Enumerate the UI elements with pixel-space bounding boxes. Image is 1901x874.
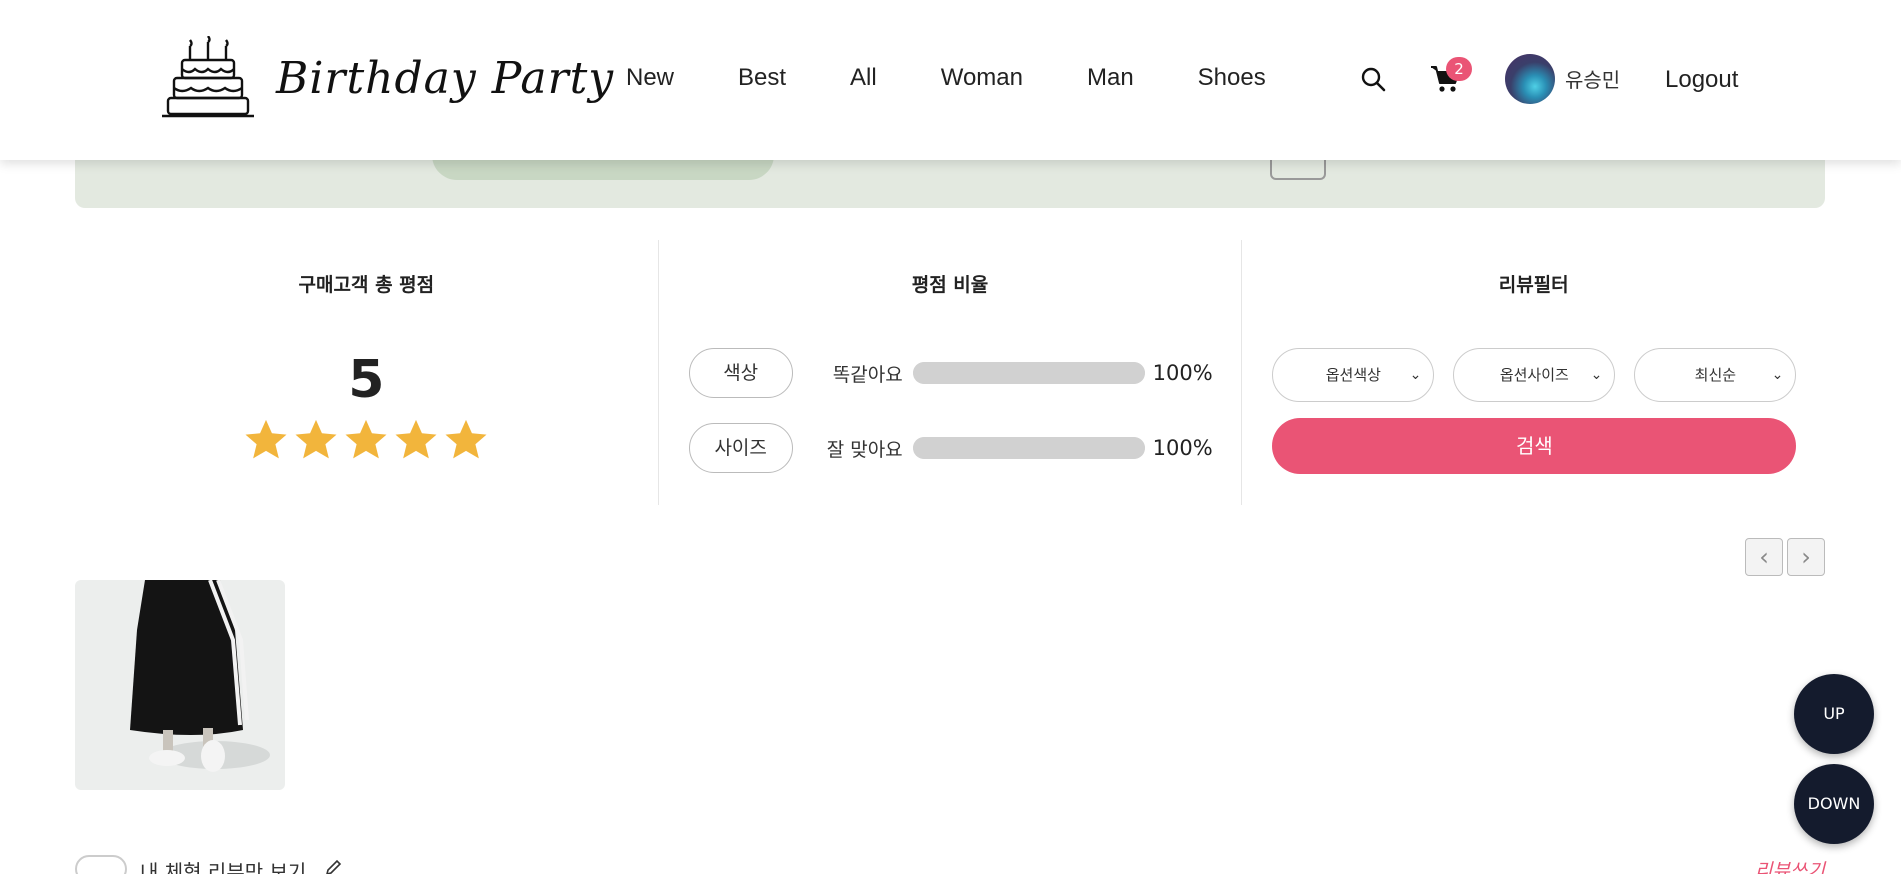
star-icon	[445, 419, 487, 459]
select-value: 최신순	[1694, 366, 1737, 384]
ratio-bar-fill	[912, 437, 1145, 459]
review-summary: 구매고객 총 평점 5 평점 비율 색상 똑같아요 100% 사이즈 잘 맞아요…	[75, 240, 1825, 505]
ratio-bar	[912, 437, 1145, 459]
star-icon	[245, 419, 287, 459]
skirt-photo-illustration	[130, 580, 270, 772]
ratio-percent: 100%	[1152, 361, 1213, 385]
site-header: Birthday Party New Best All Woman Man Sh…	[0, 0, 1901, 160]
ratio-percent: 100%	[1152, 436, 1213, 460]
filter-search-button[interactable]: 검색	[1272, 418, 1797, 474]
filter-selects: 옵션색상 ⌄ 옵션사이즈 ⌄ 최신순 ⌄	[1272, 348, 1815, 402]
star-rating	[75, 417, 658, 463]
total-rating-title: 구매고객 총 평점	[298, 274, 435, 296]
nav-woman[interactable]: Woman	[941, 64, 1023, 92]
ratio-bar	[912, 362, 1145, 384]
pencil-icon[interactable]	[325, 858, 343, 874]
username[interactable]: 유승민	[1565, 64, 1620, 93]
ratio-row-color: 색상 똑같아요 100%	[688, 348, 1213, 398]
nav-best[interactable]: Best	[738, 64, 786, 92]
star-icon	[395, 419, 437, 459]
review-filter-column: 리뷰필터 옵션색상 ⌄ 옵션사이즈 ⌄ 최신순 ⌄ 검색	[1241, 240, 1825, 505]
size-option-select[interactable]: 옵션사이즈 ⌄	[1453, 348, 1616, 402]
ratio-row-size: 사이즈 잘 맞아요 100%	[688, 423, 1213, 473]
chevron-down-icon: ⌄	[1409, 367, 1422, 383]
ratio-label: 잘 맞아요	[826, 438, 903, 461]
review-filter-title: 리뷰필터	[1498, 274, 1569, 296]
logout-link[interactable]: Logout	[1665, 66, 1738, 94]
nav-all[interactable]: All	[850, 64, 877, 92]
site-logo[interactable]: Birthday Party	[160, 36, 614, 120]
scroll-up-button[interactable]: UP	[1794, 674, 1874, 754]
rating-ratio-title: 평점 비율	[911, 274, 989, 296]
rating-ratio-column: 평점 비율 색상 똑같아요 100% 사이즈 잘 맞아요 100%	[657, 240, 1242, 505]
next-page-button[interactable]: ›	[1787, 538, 1825, 576]
chevron-down-icon: ⌄	[1771, 367, 1784, 383]
search-icon[interactable]	[1360, 66, 1386, 92]
write-review-link[interactable]: 리뷰쓰기	[1755, 856, 1825, 874]
chevron-down-icon: ⌄	[1590, 367, 1603, 383]
cart-count-badge: 2	[1446, 57, 1472, 81]
nav-man[interactable]: Man	[1087, 64, 1134, 92]
review-photo[interactable]	[75, 580, 285, 790]
sort-select[interactable]: 최신순 ⌄	[1634, 348, 1797, 402]
ratio-tag-size: 사이즈	[688, 423, 793, 473]
star-icon	[345, 419, 387, 459]
main-nav: New Best All Woman Man Shoes	[626, 64, 1266, 92]
color-option-select[interactable]: 옵션색상 ⌄	[1272, 348, 1435, 402]
prev-page-button[interactable]: ‹	[1745, 538, 1783, 576]
select-value: 옵션색상	[1325, 366, 1381, 384]
scroll-down-button[interactable]: DOWN	[1794, 764, 1874, 844]
body-only-toggle[interactable]	[75, 855, 127, 874]
ratio-bar-fill	[912, 362, 1145, 384]
ratio-label: 똑같아요	[832, 363, 903, 386]
select-value: 옵션사이즈	[1499, 366, 1569, 384]
total-rating-column: 구매고객 총 평점 5	[75, 240, 658, 505]
avatar[interactable]	[1505, 54, 1555, 104]
star-icon	[295, 419, 337, 459]
body-only-label: 내 체형 리뷰만 보기	[140, 860, 307, 874]
nav-new[interactable]: New	[626, 64, 674, 92]
total-score: 5	[348, 350, 385, 410]
nav-shoes[interactable]: Shoes	[1198, 64, 1266, 92]
ratio-tag-color: 색상	[688, 348, 793, 398]
site-logo-text: Birthday Party	[276, 52, 615, 104]
birthday-cake-icon	[162, 36, 254, 118]
